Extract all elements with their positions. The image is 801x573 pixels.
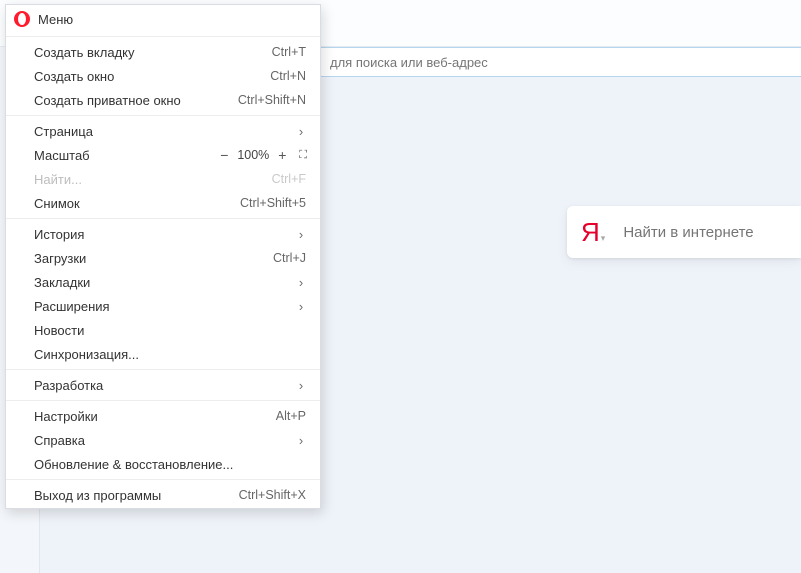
- menu-item[interactable]: Масштаб −100% + ⛶: [6, 143, 320, 167]
- menu-separator: [6, 36, 320, 37]
- menu-item-shortcut: Ctrl+Shift+N: [238, 93, 306, 107]
- menu-item-label: Создать приватное окно: [34, 93, 181, 108]
- menu-item[interactable]: Настройки Alt+P: [6, 404, 320, 428]
- menu-item: Найти... Ctrl+F: [6, 167, 320, 191]
- search-input[interactable]: [623, 224, 801, 241]
- menu-item-label: Закладки: [34, 275, 90, 290]
- opera-logo-icon: [14, 11, 30, 27]
- menu-item-label: Выход из программы: [34, 488, 161, 503]
- menu-item-label: Справка: [34, 433, 85, 448]
- chevron-right-icon: ›: [296, 124, 306, 139]
- chevron-right-icon: ›: [296, 299, 306, 314]
- address-input[interactable]: [320, 48, 801, 76]
- menu-item[interactable]: Разработка ›: [6, 373, 320, 397]
- menu-item[interactable]: Загрузки Ctrl+J: [6, 246, 320, 270]
- fullscreen-icon[interactable]: ⛶: [299, 149, 306, 162]
- menu-item-label: Обновление & восстановление...: [34, 457, 233, 472]
- menu-item-label: Расширения: [34, 299, 110, 314]
- menu-item-label: Настройки: [34, 409, 98, 424]
- menu-item[interactable]: Создать приватное окно Ctrl+Shift+N: [6, 88, 320, 112]
- menu-item[interactable]: Новости: [6, 318, 320, 342]
- menu-item[interactable]: Обновление & восстановление...: [6, 452, 320, 476]
- menu-item-label: Страница: [34, 124, 93, 139]
- menu-item[interactable]: Страница ›: [6, 119, 320, 143]
- menu-item-label: Создать окно: [34, 69, 114, 84]
- menu-title: Меню: [38, 12, 73, 27]
- menu-item[interactable]: Создать вкладку Ctrl+T: [6, 40, 320, 64]
- menu-item-label: Разработка: [34, 378, 103, 393]
- menu-separator: [6, 218, 320, 219]
- menu-item-label: Новости: [34, 323, 84, 338]
- search-card[interactable]: Я ▾: [567, 206, 801, 258]
- menu-item-label: Найти...: [34, 172, 82, 187]
- zoom-controls: −100% + ⛶: [217, 147, 306, 163]
- menu-item-label: Синхронизация...: [34, 347, 139, 362]
- menu-separator: [6, 115, 320, 116]
- menu-item-shortcut: Ctrl+F: [272, 172, 306, 186]
- menu-header[interactable]: Меню: [6, 5, 320, 33]
- menu-item-label: История: [34, 227, 84, 242]
- menu-item-shortcut: Alt+P: [276, 409, 306, 423]
- menu-item[interactable]: Снимок Ctrl+Shift+5: [6, 191, 320, 215]
- menu-item[interactable]: История ›: [6, 222, 320, 246]
- chevron-right-icon: ›: [296, 433, 306, 448]
- menu-item[interactable]: Синхронизация...: [6, 342, 320, 366]
- menu-item-shortcut: Ctrl+N: [270, 69, 306, 83]
- menu-item[interactable]: Закладки ›: [6, 270, 320, 294]
- chevron-right-icon: ›: [296, 378, 306, 393]
- zoom-in-button[interactable]: +: [275, 147, 289, 163]
- chevron-down-icon: ▾: [601, 233, 606, 244]
- yandex-logo-icon: Я ▾: [581, 217, 605, 248]
- zoom-out-button[interactable]: −: [217, 147, 231, 163]
- menu-separator: [6, 369, 320, 370]
- menu-item-label: Загрузки: [34, 251, 86, 266]
- menu-item-label: Снимок: [34, 196, 80, 211]
- menu-item-label: Масштаб: [34, 148, 90, 163]
- menu-item[interactable]: Выход из программы Ctrl+Shift+X: [6, 483, 320, 507]
- main-menu: Меню Создать вкладку Ctrl+T Создать окно Ct…: [5, 4, 321, 509]
- chevron-right-icon: ›: [296, 275, 306, 290]
- menu-separator: [6, 479, 320, 480]
- chevron-right-icon: ›: [296, 227, 306, 242]
- address-bar[interactable]: [320, 47, 801, 77]
- menu-item[interactable]: Справка ›: [6, 428, 320, 452]
- menu-item-shortcut: Ctrl+J: [273, 251, 306, 265]
- menu-item-shortcut: Ctrl+Shift+X: [239, 488, 306, 502]
- zoom-value: 100%: [237, 148, 269, 162]
- menu-separator: [6, 400, 320, 401]
- menu-item-label: Создать вкладку: [34, 45, 135, 60]
- menu-item[interactable]: Расширения ›: [6, 294, 320, 318]
- menu-item[interactable]: Создать окно Ctrl+N: [6, 64, 320, 88]
- menu-item-shortcut: Ctrl+Shift+5: [240, 196, 306, 210]
- menu-item-shortcut: Ctrl+T: [272, 45, 306, 59]
